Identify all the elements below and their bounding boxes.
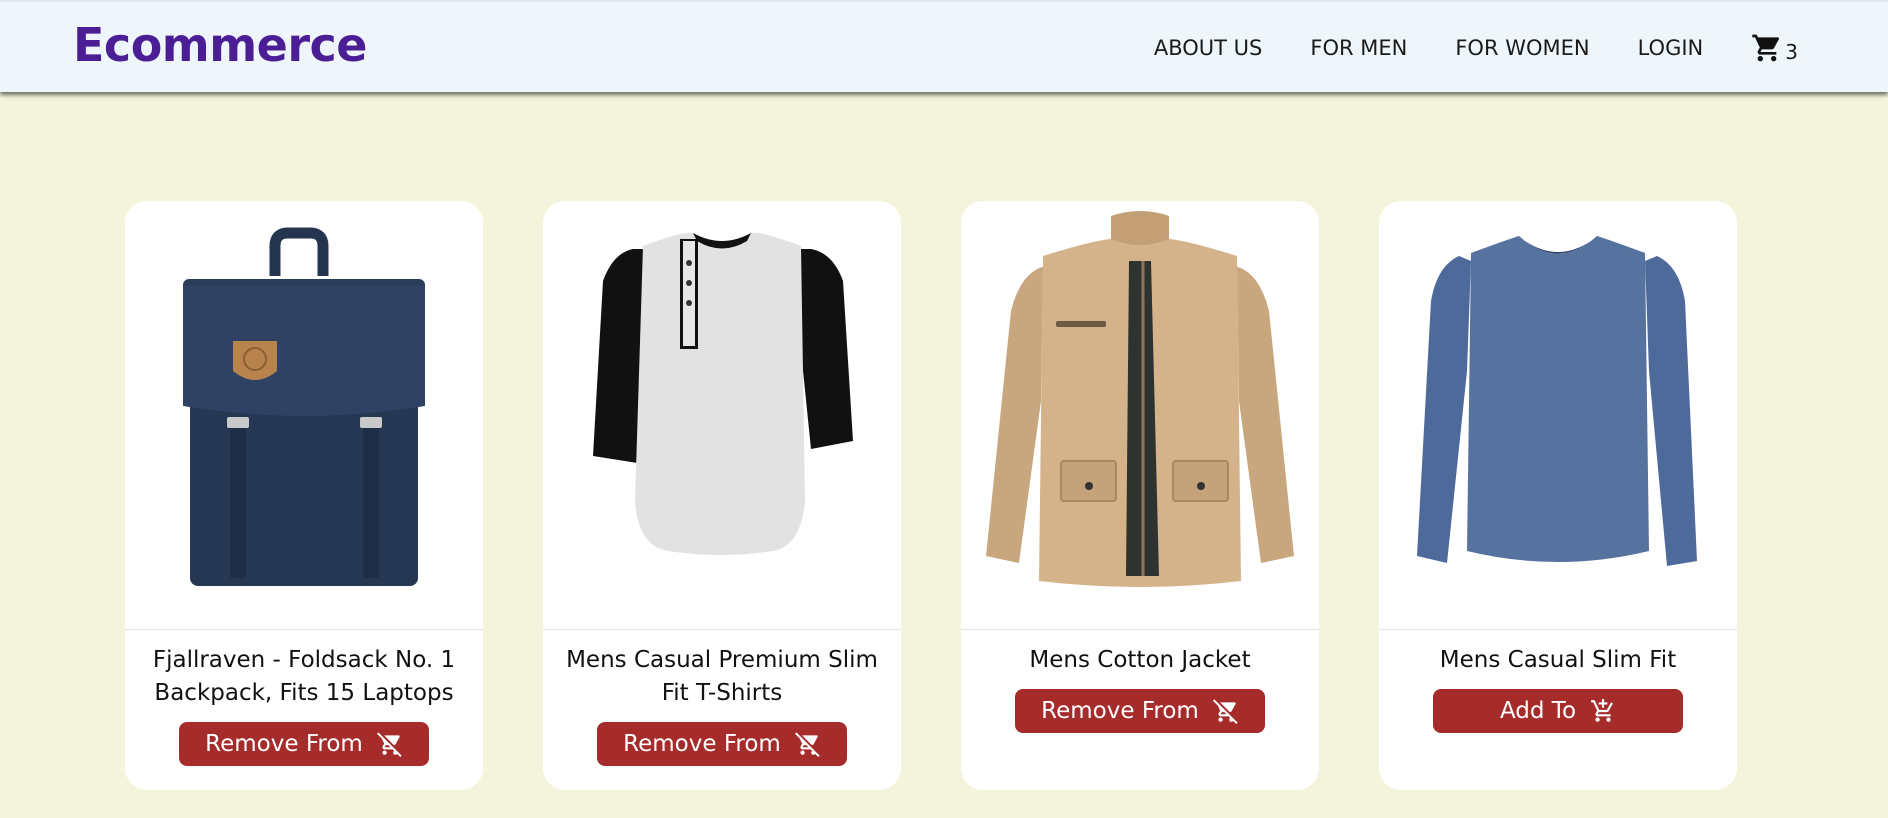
product-image-jacket[interactable] [961, 201, 1319, 630]
button-label: Remove From [1041, 698, 1199, 724]
remove-from-cart-button[interactable]: Remove From [597, 722, 847, 766]
brand-logo[interactable]: Ecommerce [73, 18, 368, 72]
product-image-longsleeve[interactable] [1379, 201, 1737, 630]
cart-button[interactable]: 3 [1751, 32, 1798, 64]
cart-count: 3 [1785, 40, 1798, 64]
button-label: Remove From [623, 731, 781, 757]
button-label: Add To [1499, 698, 1577, 724]
remove-shopping-cart-icon [1212, 698, 1239, 724]
product-title: Mens Cotton Jacket [1029, 647, 1251, 673]
product-title: Fjallraven - Foldsack No. 1 Backpack, Fi… [152, 647, 456, 706]
product-card: Fjallraven - Foldsack No. 1 Backpack, Fi… [125, 201, 483, 790]
nav-link-for-women[interactable]: FOR WOMEN [1455, 36, 1589, 60]
button-label: Remove From [205, 731, 363, 757]
nav-link-for-men[interactable]: FOR MEN [1310, 36, 1407, 60]
add-to-cart-button[interactable]: Add To [1433, 689, 1683, 733]
nav-links: ABOUT US FOR MEN FOR WOMEN LOGIN 3 [1106, 2, 1798, 94]
product-title: Mens Casual Premium Slim Fit T-Shirts [566, 647, 878, 706]
shopping-cart-icon [1752, 34, 1780, 62]
product-image-tshirt[interactable] [543, 201, 901, 630]
remove-shopping-cart-icon [794, 731, 821, 757]
remove-shopping-cart-icon [376, 731, 403, 757]
product-title: Mens Casual Slim Fit [1439, 647, 1677, 673]
product-card: Mens Casual Slim Fit Add To [1379, 201, 1737, 790]
navbar: Ecommerce ABOUT US FOR MEN FOR WOMEN LOG… [0, 0, 1888, 92]
nav-link-about-us[interactable]: ABOUT US [1154, 36, 1263, 60]
remove-from-cart-button[interactable]: Remove From [179, 722, 429, 766]
product-card: Mens Cotton Jacket Remove From [961, 201, 1319, 790]
product-card: Mens Casual Premium Slim Fit T-Shirts Re… [543, 201, 901, 790]
remove-from-cart-button[interactable]: Remove From [1015, 689, 1265, 733]
nav-link-login[interactable]: LOGIN [1638, 36, 1704, 60]
add-shopping-cart-icon [1590, 698, 1616, 724]
product-image-backpack[interactable] [125, 201, 483, 630]
product-grid: Fjallraven - Foldsack No. 1 Backpack, Fi… [125, 201, 1737, 790]
